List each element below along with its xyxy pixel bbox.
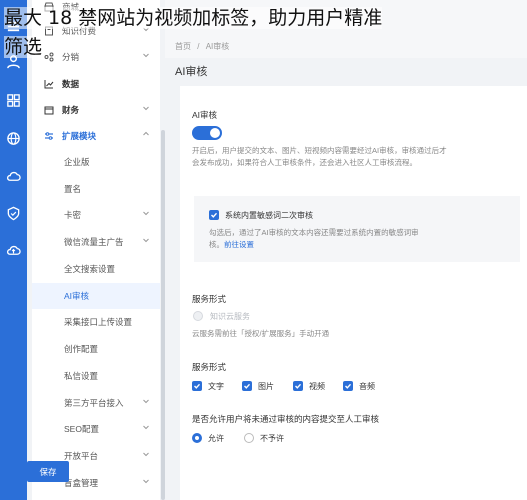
ai-audit-title: AI审核 bbox=[192, 110, 218, 120]
cloud-icon[interactable] bbox=[5, 168, 22, 185]
sidebar-item-label: 采集接口上传设置 bbox=[64, 317, 133, 327]
sensitive-desc-line1: 勾选后，通过了AI审核的文本内容还需要过系统内置的敏感词审 bbox=[209, 228, 419, 237]
overlay-caption-line1: 最大 18 禁网站为视频加标签，助力用户精准 bbox=[4, 4, 524, 33]
type-audio-checkbox[interactable] bbox=[343, 381, 353, 391]
sidebar-item-creation[interactable]: 创作配置 bbox=[32, 336, 160, 362]
type-text-label: 文字 bbox=[208, 382, 224, 391]
check-icon bbox=[295, 383, 302, 389]
deny-radio[interactable] bbox=[244, 433, 254, 443]
sidebar-item-label: 全文搜索设置 bbox=[64, 264, 116, 274]
chevron-down-icon bbox=[142, 477, 150, 485]
service-form-title: 服务形式 bbox=[192, 294, 227, 304]
grid-icon[interactable] bbox=[5, 92, 22, 109]
chevron-down-icon bbox=[142, 236, 150, 244]
sidebar-item-label: 置名 bbox=[64, 184, 82, 194]
sidebar-item-finance[interactable]: 财务 bbox=[32, 97, 160, 123]
sidebar-item-third-party[interactable]: 第三方平台接入 bbox=[32, 390, 160, 416]
check-icon bbox=[345, 383, 352, 389]
sidebar-item-label: 微信流量主广告 bbox=[64, 237, 124, 247]
ai-audit-desc-line2: 会发布成功，如果符合人工审核条件，还会进入社区人工审核流程。 bbox=[192, 158, 417, 167]
sidebar-item-label: 第三方平台接入 bbox=[64, 398, 124, 408]
globe-icon[interactable] bbox=[5, 130, 22, 147]
sidebar-item-card-key[interactable]: 卡密 bbox=[32, 202, 160, 228]
main-content: 首页 / AI审核 AI审核 AI审核 开启后，用户提交的文本、图片、短视频内容… bbox=[165, 0, 527, 500]
sidebar-item-label: 盲盒管理 bbox=[64, 478, 99, 488]
check-icon bbox=[194, 383, 201, 389]
wallet-icon bbox=[44, 105, 54, 115]
sidebar-item-label: 企业版 bbox=[64, 157, 90, 167]
cloud-service-radio[interactable] bbox=[193, 311, 203, 321]
sidebar-item-label: 私信设置 bbox=[64, 371, 99, 381]
chevron-down-icon bbox=[142, 423, 150, 431]
overlay-caption-text: 最大 18 禁网站为视频加标签，助力用户精准 bbox=[4, 7, 383, 29]
toggle-knob bbox=[210, 128, 220, 138]
sidebar-item-collect-upload[interactable]: 采集接口上传设置 bbox=[32, 309, 160, 335]
sidebar-item-label: 数据 bbox=[62, 79, 80, 89]
type-image-checkbox[interactable] bbox=[242, 381, 252, 391]
overlay-caption-line2: 筛选 bbox=[4, 33, 524, 62]
cloud-service-label: 知识云服务 bbox=[210, 312, 250, 321]
sidebar-item-private-msg[interactable]: 私信设置 bbox=[32, 363, 160, 389]
sidebar-item-label: 财务 bbox=[62, 105, 80, 115]
sidebar-item-extensions[interactable]: 扩展模块 bbox=[32, 123, 160, 149]
type-image-label: 图片 bbox=[258, 382, 274, 391]
save-button[interactable]: 保存 bbox=[27, 461, 69, 482]
sidebar-item-ai-audit[interactable]: AI审核 bbox=[32, 283, 160, 309]
type-audio-label: 音频 bbox=[359, 382, 375, 391]
ai-audit-toggle[interactable] bbox=[192, 126, 222, 140]
chevron-down-icon bbox=[142, 397, 150, 405]
goto-settings-link[interactable]: 前往设置 bbox=[224, 240, 254, 249]
sidebar-item-seo[interactable]: SEO配置 bbox=[32, 416, 160, 442]
chevron-up-icon bbox=[142, 130, 150, 138]
sensitive-desc-prefix: 核。 bbox=[209, 240, 224, 249]
ai-audit-desc-line1: 开启后，用户提交的文本、图片、短视频内容需要经过AI审核，审核通过后才 bbox=[192, 146, 447, 155]
ai-audit-description: 开启后，用户提交的文本、图片、短视频内容需要经过AI审核，审核通过后才 会发布成… bbox=[192, 145, 518, 169]
cloud-upload-icon[interactable] bbox=[5, 242, 22, 259]
manual-review-title: 是否允许用户将未通过审核的内容提交至人工审核 bbox=[192, 414, 380, 424]
chart-icon bbox=[44, 79, 54, 89]
sensitive-desc-line2: 核。前往设置 bbox=[209, 239, 514, 251]
sidebar-item-label: 开放平台 bbox=[64, 451, 99, 461]
type-video-checkbox[interactable] bbox=[293, 381, 303, 391]
sensitive-word-label: 系统内置敏感词二次审核 bbox=[225, 211, 313, 220]
settings-card: AI审核 开启后，用户提交的文本、图片、短视频内容需要经过AI审核，审核通过后才… bbox=[180, 86, 527, 500]
overlay-caption-text: 筛选 bbox=[4, 36, 43, 58]
sidebar-item-label: AI审核 bbox=[64, 291, 90, 301]
chevron-down-icon bbox=[142, 104, 150, 112]
allow-label: 允许 bbox=[208, 434, 224, 443]
overlay-caption: 最大 18 禁网站为视频加标签，助力用户精准 筛选 bbox=[4, 4, 524, 62]
service-types-title: 服务形式 bbox=[192, 362, 227, 372]
icon-rail bbox=[0, 0, 27, 500]
sidebar-item-data[interactable]: 数据 bbox=[32, 71, 160, 97]
chevron-down-icon bbox=[142, 450, 150, 458]
sidebar-item-label: 创作配置 bbox=[64, 344, 99, 354]
page-title: AI审核 bbox=[175, 66, 208, 78]
shield-icon[interactable] bbox=[5, 205, 22, 222]
allow-radio[interactable] bbox=[192, 433, 202, 443]
sidebar-item-label: 卡密 bbox=[64, 210, 82, 220]
sensitive-word-panel: 系统内置敏感词二次审核 勾选后，通过了AI审核的文本内容还需要过系统内置的敏感词… bbox=[194, 196, 520, 262]
service-hint: 云服务需前往「授权/扩展服务」手动开通 bbox=[192, 329, 330, 338]
sidebar: 商城 知识付费 分销 数据 财务 扩展模块 企业版 置名 卡密 微信流量主广告 … bbox=[32, 0, 160, 500]
sidebar-item-label: 扩展模块 bbox=[62, 131, 97, 141]
sidebar-item-fulltext-search[interactable]: 全文搜索设置 bbox=[32, 256, 160, 282]
extension-icon bbox=[44, 131, 54, 141]
deny-label: 不予许 bbox=[260, 434, 284, 443]
check-icon bbox=[211, 212, 218, 218]
type-video-label: 视频 bbox=[309, 382, 325, 391]
sensitive-word-checkbox[interactable] bbox=[209, 210, 219, 220]
chevron-down-icon bbox=[142, 209, 150, 217]
sidebar-item-anonymous[interactable]: 置名 bbox=[32, 176, 160, 202]
type-text-checkbox[interactable] bbox=[192, 381, 202, 391]
sidebar-item-enterprise[interactable]: 企业版 bbox=[32, 149, 160, 175]
sensitive-word-description: 勾选后，通过了AI审核的文本内容还需要过系统内置的敏感词审 核。前往设置 bbox=[209, 227, 514, 251]
sidebar-item-wechat-ads[interactable]: 微信流量主广告 bbox=[32, 229, 160, 255]
check-icon bbox=[244, 383, 251, 389]
sidebar-item-label: SEO配置 bbox=[64, 424, 99, 434]
